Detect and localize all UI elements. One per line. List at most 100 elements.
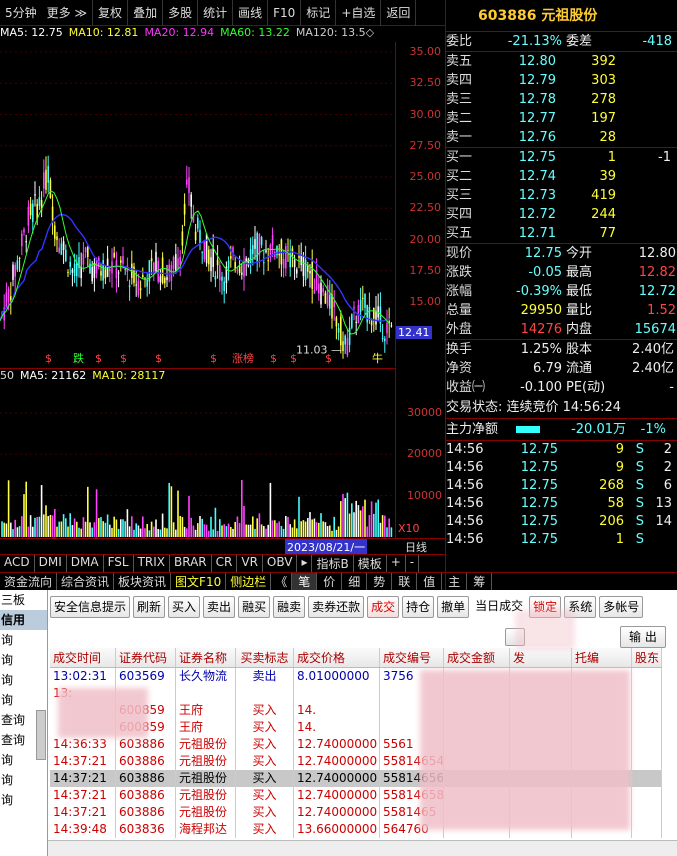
- candle-body: [117, 272, 120, 274]
- tree-item[interactable]: 询: [0, 770, 47, 790]
- bottom-tab[interactable]: 价: [317, 573, 343, 590]
- tree-item[interactable]: 询: [0, 650, 47, 670]
- indicator-tab-trix[interactable]: TRIX: [134, 555, 171, 572]
- volume-bar: [23, 494, 25, 537]
- trade-button[interactable]: 成交: [367, 596, 400, 618]
- bid-row-volume: 77: [599, 226, 616, 241]
- event-mark: $: [120, 352, 127, 365]
- volume-bar: [179, 515, 181, 537]
- draw-line-button[interactable]: 画线: [233, 0, 269, 26]
- bottom-tab[interactable]: 图文F10: [171, 573, 227, 590]
- candle-body: [212, 247, 214, 268]
- indicator-tab-fsl[interactable]: FSL: [104, 555, 134, 572]
- table-header-cell[interactable]: 证券代码: [116, 648, 176, 667]
- bottom-tab[interactable]: 《: [271, 573, 293, 590]
- volume-bar: [241, 480, 243, 537]
- tree-item[interactable]: 询: [0, 690, 47, 710]
- overlay-button[interactable]: 叠加: [128, 0, 164, 26]
- table-header-cell[interactable]: 成交编号: [380, 648, 444, 667]
- trade-button[interactable]: 卖券还款: [308, 596, 365, 618]
- tree-item[interactable]: 三板: [0, 590, 47, 610]
- bottom-tab[interactable]: 侧边栏: [226, 573, 272, 590]
- tick-time: 14:56: [446, 532, 484, 547]
- trade-button[interactable]: 卖出: [203, 596, 236, 618]
- bottom-tab[interactable]: 细: [342, 573, 368, 590]
- volume-bar: [216, 530, 219, 537]
- trade-button[interactable]: 融买: [238, 596, 271, 618]
- indicator-tab-acd[interactable]: ACD: [0, 555, 35, 572]
- volume-bar: [258, 513, 261, 537]
- trade-button[interactable]: 撤单: [437, 596, 470, 618]
- mark-button[interactable]: 标记: [301, 0, 337, 26]
- restore-rights-button[interactable]: 复权: [93, 0, 129, 26]
- more-button[interactable]: 更多 ≫: [42, 0, 94, 26]
- stat-row: 涨幅 -0.39% 最低 12.72: [446, 282, 677, 301]
- bid-row-change: [616, 224, 671, 243]
- tick-direction: S: [635, 496, 644, 511]
- indicator-tab-指标b[interactable]: 指标B: [312, 555, 354, 572]
- candle-body: [102, 260, 104, 281]
- volume-bar: [93, 522, 96, 537]
- volume-bar: [142, 516, 144, 537]
- indicator-tab-brar[interactable]: BRAR: [170, 555, 212, 572]
- bottom-tab[interactable]: 板块资讯: [114, 573, 172, 590]
- tree-item[interactable]: 询: [0, 670, 47, 690]
- indicator-tab-dma[interactable]: DMA: [67, 555, 104, 572]
- table-cell: 12.74000000: [294, 787, 380, 804]
- indicator-tab--[interactable]: -: [406, 555, 420, 572]
- daily-line-toggle[interactable]: 日线: [405, 539, 427, 555]
- volume-bar: [124, 521, 126, 537]
- bottom-tab[interactable]: 值: [417, 573, 443, 590]
- export-button[interactable]: 输 出: [620, 626, 666, 648]
- f10-button[interactable]: F10: [268, 0, 302, 26]
- trade-button[interactable]: 买入: [168, 596, 201, 618]
- table-header-cell[interactable]: 证券名称: [176, 648, 236, 667]
- indicator-tab-+[interactable]: +: [387, 555, 406, 572]
- trade-button[interactable]: 刷新: [133, 596, 166, 618]
- indicator-tab-模板[interactable]: 模板: [354, 555, 387, 572]
- add-watchlist-button[interactable]: +自选: [336, 0, 382, 26]
- volume-axis: 30000 20000 10000 X10: [395, 368, 445, 538]
- ask-row-price: 12.80: [518, 54, 556, 69]
- event-mark: $: [325, 352, 332, 365]
- tree-item[interactable]: 信用: [0, 610, 47, 630]
- table-header-cell[interactable]: 成交价格: [294, 648, 380, 667]
- multi-stock-button[interactable]: 多股: [163, 0, 199, 26]
- stat-row: 涨跌 -0.05 最高 12.82: [446, 263, 677, 282]
- indicator-tab-▸[interactable]: ▸: [297, 555, 313, 572]
- period-selector[interactable]: 5分钟: [0, 0, 42, 26]
- trade-button[interactable]: 安全信息提示: [50, 596, 131, 618]
- stat-value: 12.72: [638, 284, 676, 299]
- trade-button[interactable]: 融卖: [273, 596, 306, 618]
- stat-label: 涨幅: [446, 284, 473, 299]
- indicator-tab-dmi[interactable]: DMI: [35, 555, 67, 572]
- bottom-tab[interactable]: 联: [392, 573, 418, 590]
- bottom-tab[interactable]: 势: [367, 573, 393, 590]
- tree-scrollbar[interactable]: [36, 710, 46, 760]
- table-header-cell[interactable]: 发: [510, 648, 572, 667]
- indicator-tab-cr[interactable]: CR: [212, 555, 238, 572]
- trade-button[interactable]: 持仓: [402, 596, 435, 618]
- table-header-cell[interactable]: 成交金额: [444, 648, 510, 667]
- table-header-cell[interactable]: 托编: [572, 648, 632, 667]
- indicator-tab-vr[interactable]: VR: [237, 555, 263, 572]
- indicator-tab-obv[interactable]: OBV: [263, 555, 298, 572]
- horizontal-scrollbar[interactable]: [48, 840, 677, 856]
- stats-button[interactable]: 统计: [198, 0, 234, 26]
- bottom-tab[interactable]: 资金流向: [0, 573, 58, 590]
- price-chart[interactable]: 11.03 —$ $ $ $ $ $ $ $跌 涨榜牛: [0, 42, 395, 367]
- volume-chart[interactable]: [0, 384, 395, 537]
- trade-button[interactable]: 多帐号: [599, 596, 644, 618]
- tree-item[interactable]: 询: [0, 790, 47, 810]
- table-header-cell[interactable]: 股东: [632, 648, 662, 667]
- bottom-tab[interactable]: 笔: [292, 573, 318, 590]
- table-header-cell[interactable]: 成交时间: [50, 648, 116, 667]
- tick-count: 14: [655, 514, 672, 529]
- back-button[interactable]: 返回: [381, 0, 417, 26]
- bottom-tab[interactable]: 综合资讯: [57, 573, 115, 590]
- trading-window: 三板 信用询询询询查询 查询询询询 安全信息提示 刷新 买入 卖出 融买 融卖 卖券还款 成交 持仓…: [0, 590, 677, 856]
- candle-body: [34, 194, 36, 196]
- tree-item[interactable]: 询: [0, 630, 47, 650]
- candle-body: [241, 272, 243, 275]
- table-header-cell[interactable]: 买卖标志: [236, 648, 294, 667]
